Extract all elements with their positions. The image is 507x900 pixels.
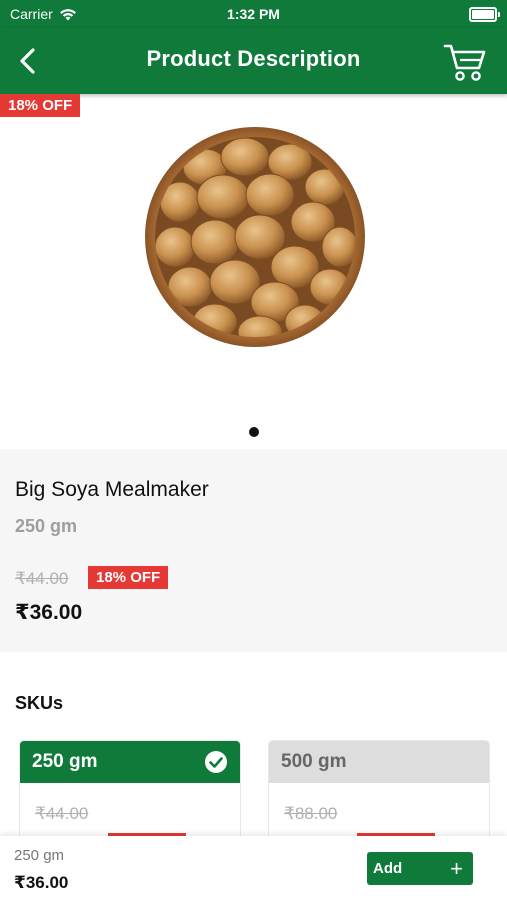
bottom-price: ₹36.00 <box>14 873 69 892</box>
bottom-bar: 250 gm ₹36.00 Add + <box>0 836 507 900</box>
skus-title: SKUs <box>15 693 64 713</box>
bottom-weight: 250 gm <box>14 847 65 864</box>
check-circle-icon <box>205 751 227 773</box>
sku-option-label: 250 gm <box>32 751 98 772</box>
sku-option-label: 500 gm <box>281 751 347 772</box>
page-title: Product Description <box>146 46 361 71</box>
product-price: ₹36.00 <box>15 601 83 624</box>
battery-icon <box>469 7 500 22</box>
sku-option-mrp: ₹88.00 <box>284 804 338 823</box>
plus-icon: + <box>450 855 463 881</box>
product-mrp: ₹44.00 <box>15 569 69 588</box>
sku-option-header: 500 gm <box>269 741 489 783</box>
discount-badge: 18% OFF <box>0 94 81 117</box>
sku-option-mrp: ₹44.00 <box>35 804 89 823</box>
product-name: Big Soya Mealmaker <box>15 478 209 501</box>
product-weight: 250 gm <box>15 516 78 536</box>
sku-option-header: 250 gm <box>20 741 240 783</box>
product-image[interactable] <box>145 127 365 347</box>
add-to-cart-button[interactable]: Add + <box>367 852 473 885</box>
nav-bar: Product Description <box>0 28 507 94</box>
discount-badge-inline: 18% OFF <box>88 566 169 589</box>
add-button-label: Add <box>373 860 403 877</box>
image-pager-dot[interactable] <box>249 427 259 437</box>
cart-icon[interactable] <box>443 40 487 82</box>
product-info-panel: Big Soya Mealmaker 250 gm ₹44.00 18% OFF… <box>0 449 507 652</box>
status-time: 1:32 PM <box>227 6 280 22</box>
status-bar: Carrier 1:32 PM <box>0 0 507 28</box>
